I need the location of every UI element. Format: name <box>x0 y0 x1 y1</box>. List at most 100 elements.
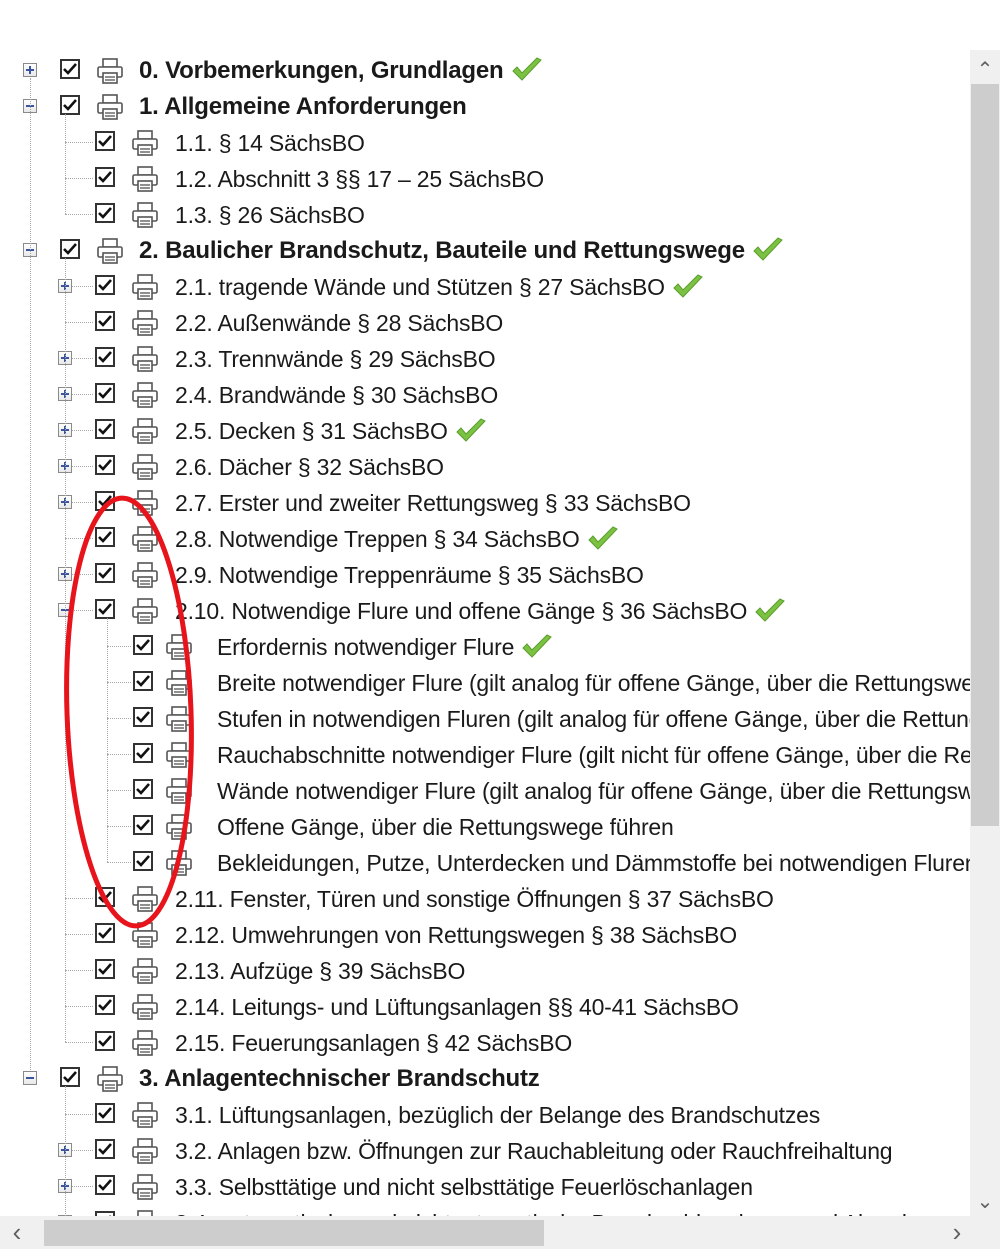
tree-item-label[interactable]: 2.12. Umwehrungen von Rettungswegen § 38… <box>175 917 737 953</box>
checkbox-checked-icon[interactable] <box>60 1067 80 1087</box>
checkbox-checked-icon[interactable] <box>95 1103 115 1123</box>
tree-item-label[interactable]: 2.3. Trennwände § 29 SächsBO <box>175 341 496 377</box>
checkbox-checked-icon[interactable] <box>95 1031 115 1051</box>
printer-icon[interactable] <box>131 309 159 337</box>
tree-item[interactable]: Breite notwendiger Flure (gilt analog fü… <box>0 665 970 701</box>
checkbox-checked-icon[interactable] <box>95 1175 115 1195</box>
tree-item-label[interactable]: 2.8. Notwendige Treppen § 34 SächsBO <box>175 521 620 557</box>
tree-item[interactable]: 2.11. Fenster, Türen und sonstige Öffnun… <box>0 881 970 917</box>
printer-icon[interactable] <box>165 777 193 805</box>
checkbox-checked-icon[interactable] <box>95 887 115 907</box>
tree-item[interactable]: Offene Gänge, über die Rettungswege führ… <box>0 809 970 845</box>
printer-icon[interactable] <box>131 561 159 589</box>
checkbox-checked-icon[interactable] <box>60 59 80 79</box>
tree-item-label[interactable]: 2.9. Notwendige Treppenräume § 35 SächsB… <box>175 557 644 593</box>
printer-icon[interactable] <box>131 1137 159 1165</box>
tree-item-label[interactable]: Offene Gänge, über die Rettungswege führ… <box>217 809 674 845</box>
checkbox-checked-icon[interactable] <box>95 347 115 367</box>
tree-item[interactable]: Erfordernis notwendiger Flure <box>0 629 970 665</box>
tree-item-label[interactable]: 2.4. Brandwände § 30 SächsBO <box>175 377 498 413</box>
tree-item[interactable]: 3. Anlagentechnischer Brandschutz <box>0 1061 970 1097</box>
tree-item-label[interactable]: 3.1. Lüftungsanlagen, bezüglich der Bela… <box>175 1097 820 1133</box>
printer-icon[interactable] <box>131 417 159 445</box>
tree-item[interactable]: 2.4. Brandwände § 30 SächsBO <box>0 377 970 413</box>
printer-icon[interactable] <box>131 993 159 1021</box>
printer-icon[interactable] <box>96 237 124 265</box>
tree-item[interactable]: 2.14. Leitungs- und Lüftungsanlagen §§ 4… <box>0 989 970 1025</box>
scroll-right-icon[interactable]: › <box>942 1219 972 1245</box>
tree-item-label[interactable]: 2.6. Dächer § 32 SächsBO <box>175 449 444 485</box>
printer-icon[interactable] <box>165 813 193 841</box>
tree-item-label[interactable]: 3. Anlagentechnischer Brandschutz <box>139 1061 540 1097</box>
tree-item[interactable]: 3.3. Selbsttätige und nicht selbsttätige… <box>0 1169 970 1205</box>
printer-icon[interactable] <box>131 129 159 157</box>
horizontal-scrollbar-thumb[interactable] <box>44 1220 544 1246</box>
printer-icon[interactable] <box>131 1173 159 1201</box>
printer-icon[interactable] <box>131 345 159 373</box>
tree-item-label[interactable]: Breite notwendiger Flure (gilt analog fü… <box>217 665 970 701</box>
tree-item-label[interactable]: 2.10. Notwendige Flure und offene Gänge … <box>175 593 787 629</box>
tree-item[interactable]: 1.2. Abschnitt 3 §§ 17 – 25 SächsBO <box>0 161 970 197</box>
printer-icon[interactable] <box>131 957 159 985</box>
tree-item[interactable]: 2.3. Trennwände § 29 SächsBO <box>0 341 970 377</box>
printer-icon[interactable] <box>165 705 193 733</box>
tree-item[interactable]: Wände notwendiger Flure (gilt analog für… <box>0 773 970 809</box>
checkbox-checked-icon[interactable] <box>95 563 115 583</box>
checkbox-checked-icon[interactable] <box>133 707 153 727</box>
tree-item[interactable]: 2.1. tragende Wände und Stützen § 27 Säc… <box>0 269 970 305</box>
tree-item-label[interactable]: 2.13. Aufzüge § 39 SächsBO <box>175 953 465 989</box>
tree-item[interactable]: Rauchabschnitte notwendiger Flure (gilt … <box>0 737 970 773</box>
tree-item[interactable]: 3.4. automatische und nichtautomatische … <box>0 1205 970 1216</box>
checkbox-checked-icon[interactable] <box>95 167 115 187</box>
checkbox-checked-icon[interactable] <box>133 635 153 655</box>
checkbox-checked-icon[interactable] <box>95 419 115 439</box>
printer-icon[interactable] <box>131 525 159 553</box>
scroll-up-icon[interactable]: ⌃ <box>970 60 1000 80</box>
checkbox-checked-icon[interactable] <box>95 923 115 943</box>
tree-item-label[interactable]: 1.2. Abschnitt 3 §§ 17 – 25 SächsBO <box>175 161 544 197</box>
tree-item-label[interactable]: 2.5. Decken § 31 SächsBO <box>175 413 488 449</box>
tree-item-label[interactable]: Bekleidungen, Putze, Unterdecken und Däm… <box>217 845 970 881</box>
printer-icon[interactable] <box>131 1029 159 1057</box>
tree-item[interactable]: 2.10. Notwendige Flure und offene Gänge … <box>0 593 970 629</box>
checkbox-checked-icon[interactable] <box>95 599 115 619</box>
printer-icon[interactable] <box>96 1065 124 1093</box>
tree-item-label[interactable]: 1.3. § 26 SächsBO <box>175 197 365 233</box>
tree-item-label[interactable]: 2.7. Erster und zweiter Rettungsweg § 33… <box>175 485 691 521</box>
checkbox-checked-icon[interactable] <box>133 779 153 799</box>
printer-icon[interactable] <box>131 921 159 949</box>
tree-item-label[interactable]: 3.3. Selbsttätige und nicht selbsttätige… <box>175 1169 753 1205</box>
checkbox-checked-icon[interactable] <box>95 1139 115 1159</box>
tree-item-label[interactable]: 1.1. § 14 SächsBO <box>175 125 365 161</box>
tree-item-label[interactable]: 2.15. Feuerungsanlagen § 42 SächsBO <box>175 1025 572 1061</box>
tree-item[interactable]: 2.13. Aufzüge § 39 SächsBO <box>0 953 970 989</box>
printer-icon[interactable] <box>165 741 193 769</box>
tree-expand-icon[interactable] <box>23 63 37 77</box>
printer-icon[interactable] <box>165 849 193 877</box>
printer-icon[interactable] <box>131 453 159 481</box>
printer-icon[interactable] <box>96 93 124 121</box>
tree-item[interactable]: 2.7. Erster und zweiter Rettungsweg § 33… <box>0 485 970 521</box>
tree-item[interactable]: 0. Vorbemerkungen, Grundlagen <box>0 53 970 89</box>
checkbox-checked-icon[interactable] <box>95 275 115 295</box>
printer-icon[interactable] <box>131 597 159 625</box>
printer-icon[interactable] <box>165 669 193 697</box>
tree-item-label[interactable]: 2. Baulicher Brandschutz, Bauteile und R… <box>139 233 785 269</box>
tree-item[interactable]: 2.5. Decken § 31 SächsBO <box>0 413 970 449</box>
tree-item[interactable]: 2. Baulicher Brandschutz, Bauteile und R… <box>0 233 970 269</box>
printer-icon[interactable] <box>131 1209 159 1216</box>
tree-item-label[interactable]: 2.1. tragende Wände und Stützen § 27 Säc… <box>175 269 705 305</box>
printer-icon[interactable] <box>131 885 159 913</box>
tree-item[interactable]: Stufen in notwendigen Fluren (gilt analo… <box>0 701 970 737</box>
printer-icon[interactable] <box>131 273 159 301</box>
checkbox-checked-icon[interactable] <box>95 203 115 223</box>
printer-icon[interactable] <box>131 1101 159 1129</box>
scroll-left-icon[interactable]: ‹ <box>2 1219 32 1245</box>
tree-item-label[interactable]: 2.11. Fenster, Türen und sonstige Öffnun… <box>175 881 774 917</box>
tree-item-label[interactable]: 3.2. Anlagen bzw. Öffnungen zur Rauchabl… <box>175 1133 893 1169</box>
checkbox-checked-icon[interactable] <box>133 671 153 691</box>
checkbox-checked-icon[interactable] <box>95 959 115 979</box>
scroll-down-icon[interactable]: ⌄ <box>970 1192 1000 1212</box>
tree-collapse-icon[interactable] <box>23 1071 37 1085</box>
tree-item-label[interactable]: 2.2. Außenwände § 28 SächsBO <box>175 305 503 341</box>
